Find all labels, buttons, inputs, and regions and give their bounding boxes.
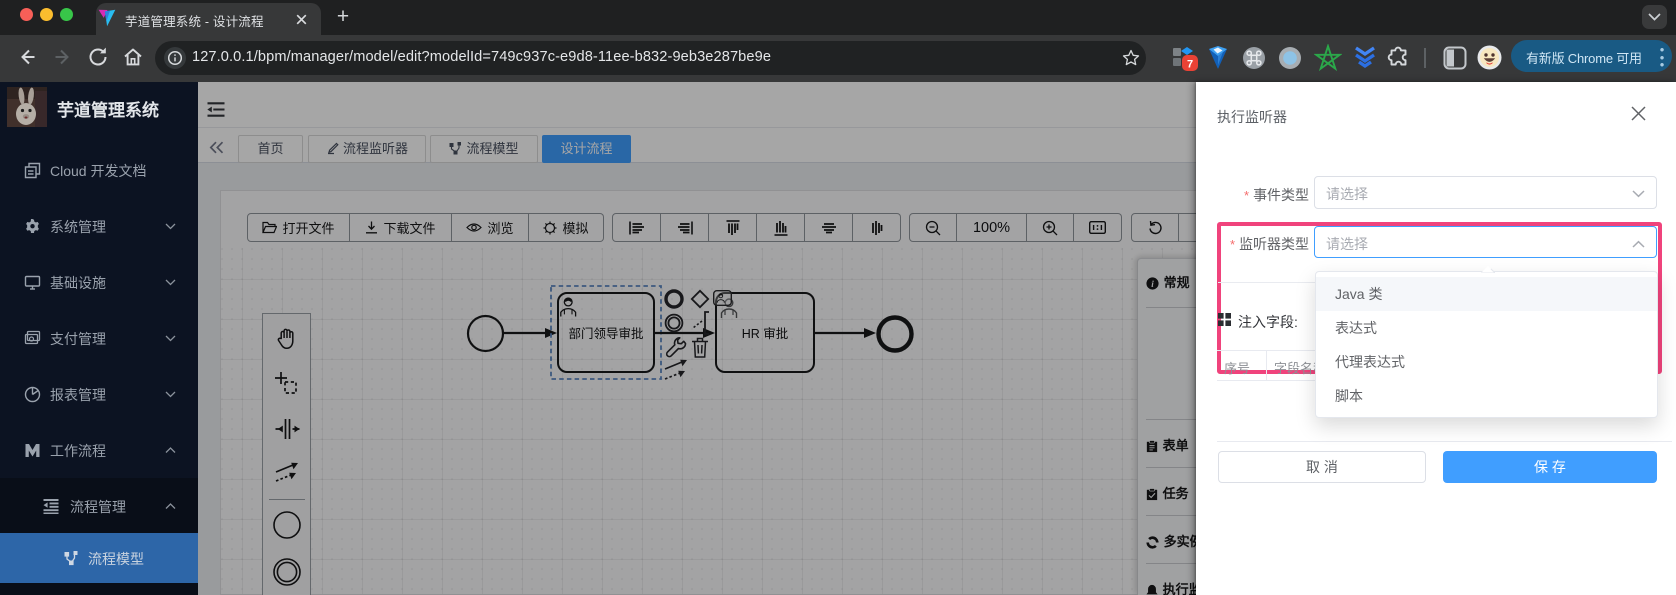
svg-text:7: 7 xyxy=(1187,59,1193,71)
